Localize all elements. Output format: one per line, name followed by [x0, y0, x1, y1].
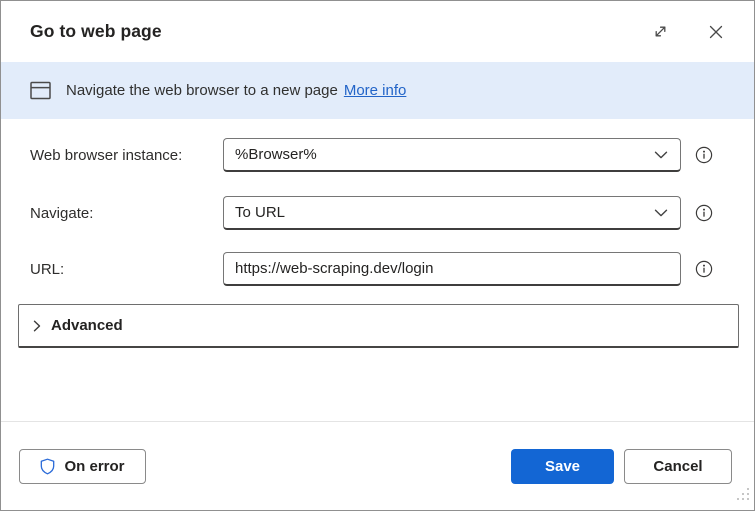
chevron-down-icon	[654, 209, 668, 217]
action-description-banner: Navigate the web browser to a new page M…	[1, 62, 754, 119]
expand-icon	[653, 24, 668, 39]
url-info-icon[interactable]	[693, 258, 715, 280]
advanced-label: Advanced	[51, 317, 123, 334]
web-browser-instance-label: Web browser instance:	[30, 146, 183, 164]
navigate-info-icon[interactable]	[693, 202, 715, 224]
chevron-down-icon	[654, 151, 668, 159]
expand-dialog-button[interactable]	[644, 16, 676, 48]
cancel-label: Cancel	[653, 458, 703, 475]
navigate-value: To URL	[235, 204, 286, 221]
navigate-dropdown[interactable]: To URL	[223, 196, 681, 230]
banner-description: Navigate the web browser to a new page	[66, 82, 338, 99]
web-browser-instance-info-icon[interactable]	[693, 144, 715, 166]
on-error-label: On error	[64, 458, 125, 475]
resize-grip[interactable]	[736, 487, 750, 506]
shield-icon	[40, 458, 55, 475]
web-browser-instance-dropdown[interactable]: %Browser%	[223, 138, 681, 172]
go-to-web-page-dialog: Go to web page Navigate the web browser …	[0, 0, 755, 511]
browser-window-icon	[30, 81, 51, 100]
url-row: URL:	[30, 252, 715, 286]
on-error-button[interactable]: On error	[19, 449, 146, 484]
url-input[interactable]	[223, 252, 681, 286]
url-label: URL:	[30, 260, 65, 278]
close-dialog-button[interactable]	[700, 16, 732, 48]
dialog-header: Go to web page	[1, 1, 754, 62]
chevron-right-icon	[33, 320, 41, 332]
dialog-title: Go to web page	[30, 21, 162, 41]
cancel-button[interactable]: Cancel	[624, 449, 732, 484]
close-icon	[709, 25, 723, 39]
save-button[interactable]: Save	[511, 449, 614, 484]
web-browser-instance-value: %Browser%	[235, 146, 317, 163]
web-browser-instance-row: Web browser instance: %Browser%	[30, 138, 715, 172]
header-actions	[644, 16, 732, 48]
navigate-label: Navigate:	[30, 204, 94, 222]
more-info-link[interactable]: More info	[344, 82, 407, 99]
advanced-expander[interactable]: Advanced	[18, 304, 739, 348]
footer-divider	[1, 421, 754, 422]
save-label: Save	[544, 458, 581, 475]
navigate-row: Navigate: To URL	[30, 196, 715, 230]
